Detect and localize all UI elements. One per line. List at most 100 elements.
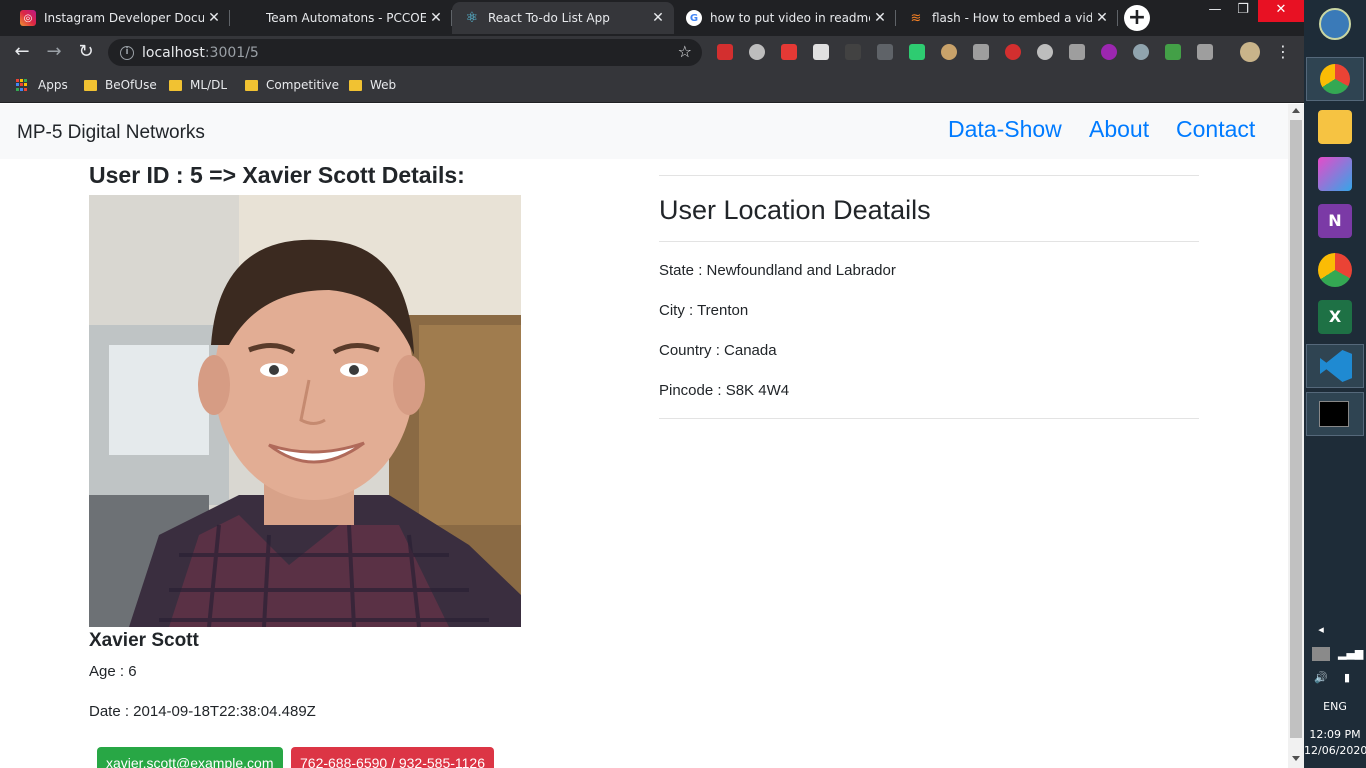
profile-avatar[interactable] bbox=[1240, 42, 1260, 62]
location-state: State : Newfoundland and Labrador bbox=[659, 262, 896, 279]
extension-gray-icon[interactable] bbox=[973, 44, 989, 60]
divider bbox=[659, 175, 1199, 176]
signal-icon[interactable]: ▂▄▆ bbox=[1338, 647, 1363, 661]
tab-title: flash - How to embed a video bbox=[932, 11, 1092, 25]
folder-icon bbox=[349, 79, 362, 91]
chrome-icon[interactable] bbox=[1318, 253, 1352, 287]
app-navbar: MP-5 Digital Networks Data-Show About Co… bbox=[0, 104, 1288, 159]
brand-logo[interactable]: MP-5 Digital Networks bbox=[17, 122, 205, 144]
extension-check-icon[interactable] bbox=[1165, 44, 1181, 60]
nav-contact[interactable]: Contact bbox=[1176, 116, 1255, 143]
extension-mmra-icon[interactable] bbox=[813, 44, 829, 60]
network-alert-icon[interactable] bbox=[1312, 647, 1330, 661]
tab-google-search[interactable]: G how to put video in readme - Google Se… bbox=[674, 2, 896, 34]
clock-date[interactable]: 12/06/2020 bbox=[1304, 744, 1366, 757]
extension-pen-icon[interactable] bbox=[877, 44, 893, 60]
tab-title: Instagram Developer Documentation bbox=[44, 11, 204, 25]
nav-data-show[interactable]: Data-Show bbox=[948, 116, 1062, 143]
phone-button[interactable]: 762-688-6590 / 932-585-1126 bbox=[291, 747, 495, 768]
bookmark-label: ML/DL bbox=[190, 78, 228, 92]
info-icon[interactable]: i bbox=[120, 45, 134, 60]
scroll-up-icon[interactable] bbox=[1292, 108, 1300, 113]
bookmark-star-icon[interactable]: ☆ bbox=[678, 42, 692, 61]
taskbar-chrome-active[interactable] bbox=[1306, 57, 1364, 101]
start-icon[interactable] bbox=[1319, 8, 1351, 40]
location-country: Country : Canada bbox=[659, 342, 777, 359]
browser-window: ◎ Instagram Developer Documentation ✕ Te… bbox=[0, 0, 1304, 768]
close-tab-icon[interactable]: ✕ bbox=[870, 10, 890, 26]
user-date: Date : 2014-09-18T22:38:04.489Z bbox=[89, 703, 316, 720]
file-explorer-icon[interactable] bbox=[1318, 110, 1352, 144]
bookmark-folder-web[interactable]: Web bbox=[349, 76, 396, 94]
email-button[interactable]: xavier.scott@example.com bbox=[97, 747, 283, 768]
app-icon[interactable] bbox=[1318, 157, 1352, 191]
windows-taskbar: N X ◂ ▂▄▆ 🔊 ▮ ENG 12:09 PM 12/06/2020 bbox=[1304, 0, 1366, 768]
minimize-icon[interactable]: — bbox=[1200, 0, 1230, 22]
location-pincode: Pincode : S8K 4W4 bbox=[659, 382, 790, 399]
extension-circle-icon[interactable] bbox=[1037, 44, 1053, 60]
extension-face-icon[interactable] bbox=[909, 44, 925, 60]
extension-pocket-icon[interactable] bbox=[1069, 44, 1085, 60]
extension-m-icon[interactable] bbox=[845, 44, 861, 60]
react-icon: ⚛ bbox=[465, 10, 479, 26]
location-city: City : Trenton bbox=[659, 302, 749, 319]
tab-team-automatons[interactable]: Team Automatons - PCCOE Chakan ✕ bbox=[230, 2, 452, 34]
tab-title: Team Automatons - PCCOE Chakan bbox=[266, 11, 426, 25]
divider bbox=[659, 418, 1199, 419]
chrome-icon bbox=[1320, 64, 1350, 94]
close-tab-icon[interactable]: ✕ bbox=[426, 10, 446, 26]
extension-cookie-icon[interactable] bbox=[941, 44, 957, 60]
bookmark-apps[interactable]: Apps bbox=[16, 76, 68, 94]
location-title: User Location Deatails bbox=[659, 195, 931, 225]
forward-icon[interactable]: → bbox=[42, 40, 66, 64]
extension-adblock-icon[interactable] bbox=[1005, 44, 1021, 60]
instagram-icon: ◎ bbox=[20, 10, 36, 26]
tab-title: how to put video in readme - Google Sear… bbox=[710, 11, 870, 25]
close-window-icon[interactable]: ✕ bbox=[1258, 0, 1304, 22]
user-name: Xavier Scott bbox=[89, 630, 199, 651]
bookmark-label: Web bbox=[370, 78, 397, 92]
close-tab-icon[interactable]: ✕ bbox=[1092, 10, 1112, 26]
folder-icon bbox=[169, 79, 182, 91]
bookmark-folder-mldl[interactable]: ML/DL bbox=[169, 76, 227, 94]
back-icon[interactable]: ← bbox=[10, 40, 34, 64]
extension-puzzle-icon[interactable] bbox=[781, 44, 797, 60]
new-tab-button[interactable]: + bbox=[1124, 5, 1150, 31]
tab-strip: ◎ Instagram Developer Documentation ✕ Te… bbox=[0, 0, 1304, 36]
scrollbar-thumb[interactable] bbox=[1290, 120, 1302, 738]
bookmark-folder-competitive[interactable]: Competitive bbox=[245, 76, 339, 94]
close-tab-icon[interactable]: ✕ bbox=[204, 10, 224, 26]
language-indicator[interactable]: ENG bbox=[1304, 700, 1366, 713]
onenote-icon[interactable]: N bbox=[1318, 204, 1352, 238]
tab-react-todo[interactable]: ⚛ React To-do List App ✕ bbox=[452, 2, 674, 34]
bookmark-folder-beofuse[interactable]: BeOfUse bbox=[84, 76, 157, 94]
menu-icon[interactable]: ⋮ bbox=[1271, 40, 1295, 64]
page-scrollbar[interactable] bbox=[1288, 104, 1304, 768]
taskbar-vscode-active[interactable] bbox=[1306, 344, 1364, 388]
bookmarks-bar: Apps BeOfUse ML/DL Competitive Web bbox=[0, 68, 1304, 103]
extension-lastpass-icon[interactable] bbox=[717, 44, 733, 60]
tray-expand-icon[interactable]: ◂ bbox=[1314, 623, 1328, 636]
taskbar-cmd-active[interactable] bbox=[1306, 392, 1364, 436]
bookmark-label: Competitive bbox=[266, 78, 339, 92]
tab-stackoverflow[interactable]: ≋ flash - How to embed a video ✕ bbox=[896, 2, 1118, 34]
address-bar[interactable]: i localhost:3001/5 ☆ bbox=[108, 39, 702, 66]
maximize-icon[interactable]: ❐ bbox=[1228, 0, 1258, 22]
user-age: Age : 6 bbox=[89, 663, 137, 680]
close-tab-icon[interactable]: ✕ bbox=[648, 10, 668, 26]
extension-box-icon[interactable] bbox=[1197, 44, 1213, 60]
vscode-icon bbox=[1320, 350, 1352, 382]
excel-icon[interactable]: X bbox=[1318, 300, 1352, 334]
extension-hat-icon[interactable] bbox=[1133, 44, 1149, 60]
extension-purple-icon[interactable] bbox=[1101, 44, 1117, 60]
scroll-down-icon[interactable] bbox=[1292, 756, 1300, 761]
browser-toolbar: ← → ↻ i localhost:3001/5 ☆ ⋮ bbox=[0, 36, 1304, 68]
nav-about[interactable]: About bbox=[1089, 116, 1149, 143]
clock-time[interactable]: 12:09 PM bbox=[1304, 728, 1366, 741]
volume-icon[interactable]: 🔊 bbox=[1312, 671, 1330, 684]
tab-instagram[interactable]: ◎ Instagram Developer Documentation ✕ bbox=[8, 2, 230, 34]
reload-icon[interactable]: ↻ bbox=[74, 40, 98, 64]
battery-icon[interactable]: ▮ bbox=[1338, 671, 1356, 684]
bookmark-label: BeOfUse bbox=[105, 78, 157, 92]
extension-globe-icon[interactable] bbox=[749, 44, 765, 60]
